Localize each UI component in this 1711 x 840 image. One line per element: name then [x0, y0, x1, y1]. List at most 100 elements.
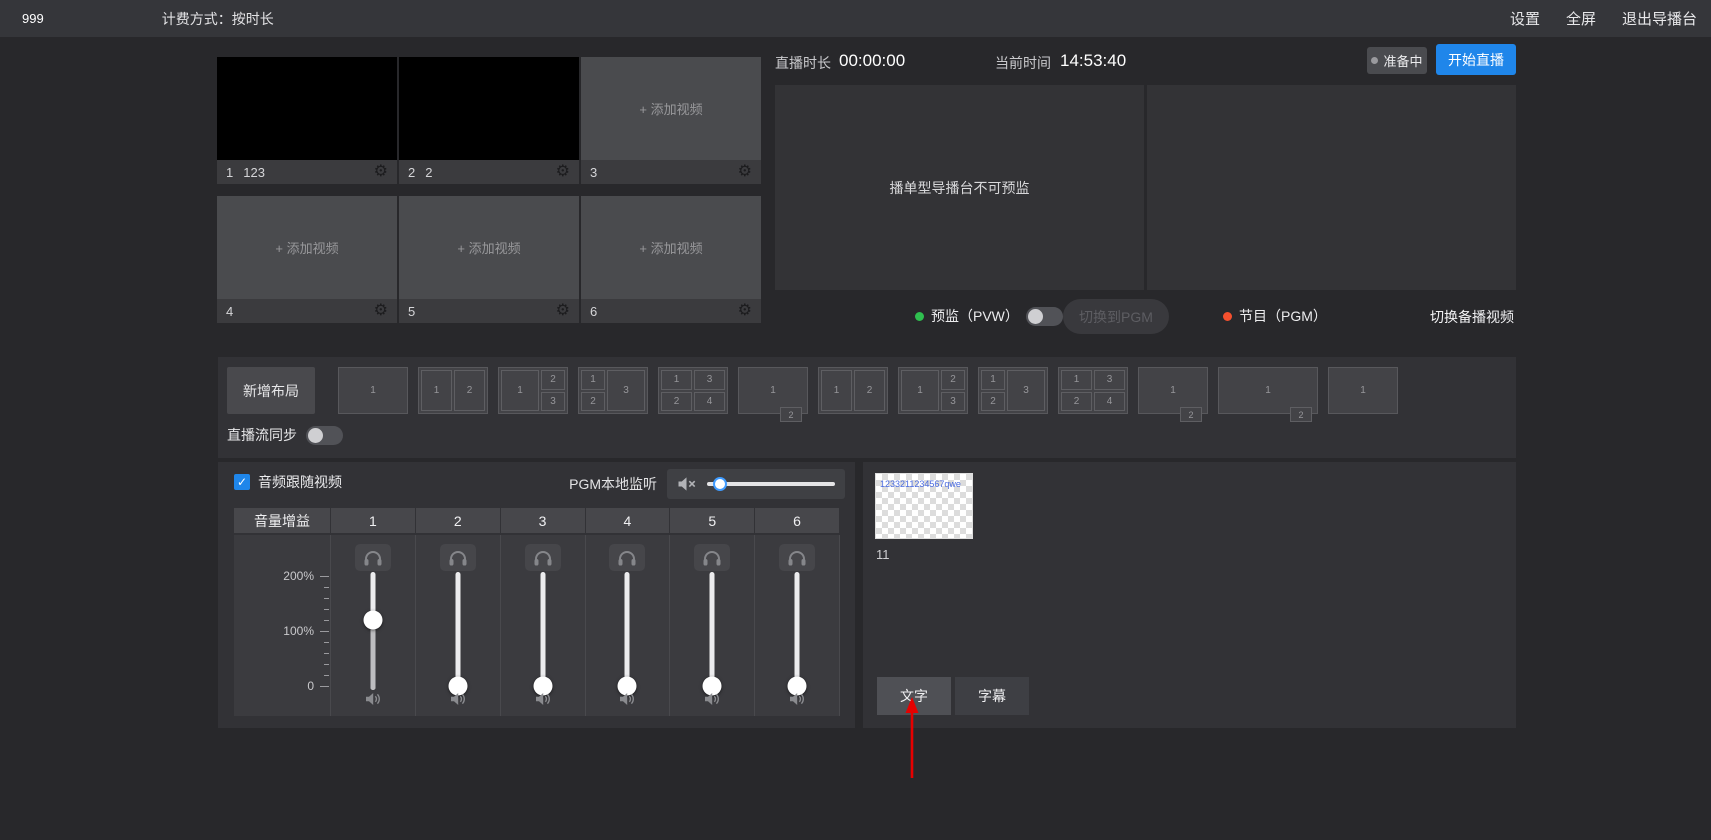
layout-cell: 1	[770, 385, 776, 396]
layout-thumbnail[interactable]: 12	[1138, 367, 1208, 422]
current-time-label: 当前时间	[995, 55, 1051, 71]
status-dot-icon	[1371, 57, 1379, 64]
gear-icon[interactable]: ⚙	[374, 164, 388, 180]
layout-thumbnail[interactable]: 123	[978, 367, 1048, 414]
headphone-icon-button[interactable]	[779, 544, 816, 571]
monitor-volume-slider[interactable]	[707, 477, 835, 491]
media-item-name: 11	[876, 547, 890, 562]
pvw-toggle-knob[interactable]	[1027, 308, 1043, 324]
switch-to-pgm-button[interactable]: 切换到PGM	[1063, 299, 1169, 334]
layout-thumbnail[interactable]: 12	[738, 367, 808, 422]
speaker-icon[interactable]	[619, 692, 635, 711]
volume-slider-knob[interactable]	[363, 610, 383, 630]
layout-thumbnail[interactable]: 123	[578, 367, 648, 414]
stream-sync-toggle-knob[interactable]	[308, 427, 323, 443]
add-video-button[interactable]: + 添加视频	[581, 57, 761, 160]
speaker-icon[interactable]	[365, 692, 381, 711]
layout-thumbnail[interactable]: 12	[1218, 367, 1318, 422]
source-number: 5	[408, 303, 416, 319]
layout-cell: 1	[981, 370, 1005, 390]
source-video[interactable]	[399, 57, 579, 160]
gear-icon[interactable]: ⚙	[374, 303, 388, 319]
layout-cell: 3	[694, 370, 725, 390]
layout-thumbnail[interactable]: 123	[498, 367, 568, 414]
gear-icon[interactable]: ⚙	[738, 164, 752, 180]
layout-thumbnail[interactable]: 123	[898, 367, 968, 414]
status-badge-label: 准备中	[1383, 54, 1423, 69]
volume-slider-track[interactable]	[624, 572, 630, 690]
source-label-bar: 1 123 ⚙	[217, 160, 397, 184]
pgm-header: 直播时长 00:00:00 当前时间 14:53:40 准备中 开始直播	[775, 44, 1516, 80]
stream-sync-toggle[interactable]	[306, 425, 343, 445]
volume-slider-track[interactable]	[455, 572, 461, 690]
layout-thumbnail[interactable]: 1	[1328, 367, 1398, 414]
pgm-controls: 预监（PVW） 切换到PGM 节目（PGM） 切换备播视频	[775, 298, 1516, 338]
speaker-icon[interactable]	[450, 692, 466, 711]
speaker-icon[interactable]	[789, 692, 805, 711]
source-grid: 1 123 ⚙ 2 2 ⚙ + 添加视频 3 ⚙ + 添加视频 4 ⚙ + 添加视频 5 ⚙ + 添加视频 6 ⚙	[217, 57, 763, 323]
volume-gain-header: 音量增益	[234, 508, 331, 535]
gear-icon[interactable]: ⚙	[556, 303, 570, 319]
headphone-icon-button[interactable]	[694, 544, 731, 571]
source-slot: + 添加视频 5 ⚙	[399, 196, 579, 323]
layout-cell: 4	[694, 391, 725, 411]
subtitle-button[interactable]: 字幕	[955, 677, 1029, 715]
channel-column	[331, 535, 416, 716]
audio-follow-checkbox[interactable]: ✓	[234, 474, 250, 490]
source-name: 2	[425, 164, 433, 180]
source-number: 6	[590, 303, 598, 319]
speaker-icon[interactable]	[535, 692, 551, 711]
pvw-toggle[interactable]	[1025, 306, 1063, 326]
billing-mode-label: 计费方式：按时长	[161, 10, 274, 27]
settings-link[interactable]: 设置	[1510, 8, 1540, 29]
speaker-icon[interactable]	[704, 692, 720, 711]
media-thumbnail[interactable]: 1233211234567qwe	[875, 473, 973, 539]
pgm-indicator-dot	[1223, 311, 1232, 321]
layout-bar: 新增布局 11212312313241212123123132412121 直播…	[218, 357, 1516, 458]
fullscreen-link[interactable]: 全屏	[1566, 8, 1596, 29]
channel-header: 4	[585, 508, 671, 535]
source-label-bar: 2 2 ⚙	[399, 160, 579, 184]
scale-tick-major	[320, 686, 329, 687]
mute-speaker-icon[interactable]	[677, 476, 697, 492]
gear-icon[interactable]: ⚙	[738, 303, 752, 319]
layout-cell: 1	[661, 370, 692, 390]
live-duration-label: 直播时长	[775, 55, 831, 71]
volume-slider-track[interactable]	[540, 572, 546, 690]
scale-tick-minor	[324, 609, 329, 610]
add-layout-button[interactable]: 新增布局	[227, 367, 315, 414]
layout-cell: 2	[854, 370, 885, 411]
layout-cell: 2	[581, 391, 605, 411]
pgm-monitor: PGM本地监听	[569, 469, 845, 499]
source-video[interactable]	[217, 57, 397, 160]
layout-cell: 1	[501, 370, 539, 411]
layout-thumbnail[interactable]: 12	[418, 367, 488, 414]
scale-label: 100%	[283, 624, 314, 638]
layout-thumbnail[interactable]: 1	[338, 367, 408, 414]
layout-cell: 2	[661, 391, 692, 411]
source-label-bar: 4 ⚙	[217, 299, 397, 323]
media-panel: 1233211234567qwe 11 文字 字幕	[863, 462, 1516, 728]
add-video-button[interactable]: + 添加视频	[581, 196, 761, 299]
headphone-icon-button[interactable]	[524, 544, 561, 571]
volume-slider-track[interactable]	[794, 572, 800, 690]
headphone-icon-button[interactable]	[354, 544, 391, 571]
scale-tick-minor	[324, 642, 329, 643]
volume-slider-track[interactable]	[709, 572, 715, 690]
stream-sync-row: 直播流同步	[227, 425, 343, 445]
layout-cell-group: 23	[941, 370, 965, 411]
monitor-slider-knob[interactable]	[713, 477, 728, 491]
exit-studio-link[interactable]: 退出导播台	[1622, 8, 1697, 29]
channel-column	[415, 535, 501, 716]
gear-icon[interactable]: ⚙	[556, 164, 570, 180]
switch-backup-video-link[interactable]: 切换备播视频	[1430, 307, 1514, 327]
add-video-button[interactable]: + 添加视频	[399, 196, 579, 299]
layout-thumbnail[interactable]: 1324	[658, 367, 728, 414]
headphone-icon-button[interactable]	[439, 544, 476, 571]
layout-thumbnail[interactable]: 1324	[1058, 367, 1128, 414]
layout-cell: 1	[421, 370, 452, 411]
headphone-icon-button[interactable]	[609, 544, 646, 571]
layout-thumbnail[interactable]: 12	[818, 367, 888, 414]
add-video-button[interactable]: + 添加视频	[217, 196, 397, 299]
start-live-button[interactable]: 开始直播	[1436, 44, 1516, 75]
